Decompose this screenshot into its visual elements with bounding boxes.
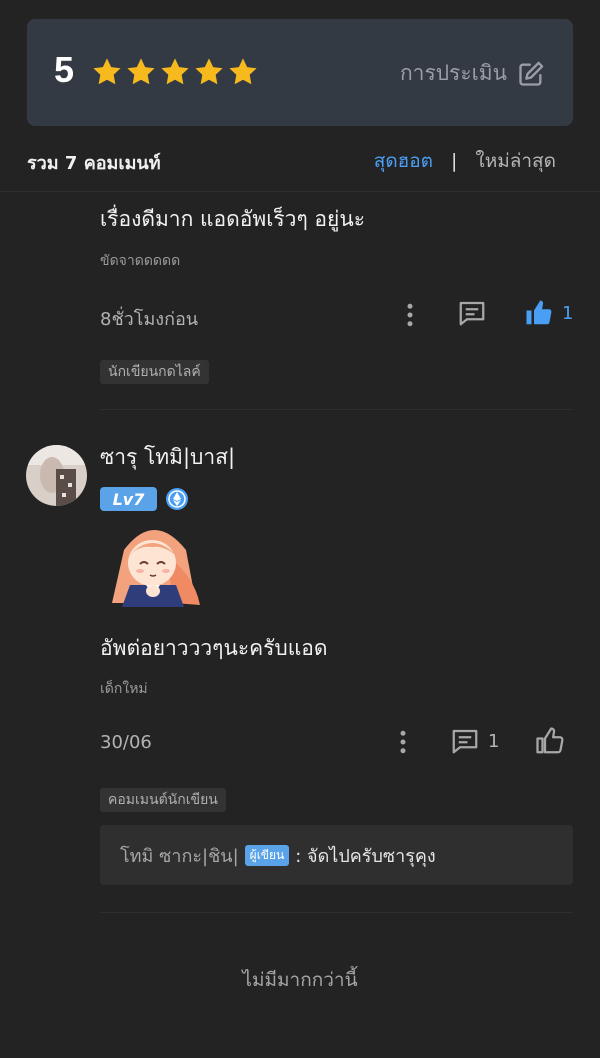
star-icon	[161, 58, 189, 85]
rate-button[interactable]: การประเมิน	[400, 57, 545, 90]
star-icon	[229, 58, 257, 85]
star-icon	[93, 58, 121, 85]
divider	[100, 912, 573, 913]
comment-1-tag: นักเขียนกดไลค์	[100, 360, 209, 384]
no-more-comments: ไม่มีมากกว่านี้	[242, 969, 358, 991]
rate-label: การประเมิน	[399, 61, 507, 85]
rating-card: 5 การประเมิน	[27, 19, 573, 126]
author-reply[interactable]: โทมิ ซากะ|ชิน| ผู้เขียน : จัดไปครับซารุค…	[100, 825, 573, 885]
comment-1-time: 8ชั่วโมงก่อน	[100, 309, 199, 330]
rating-score: 5	[54, 49, 75, 90]
comment-1-text: เรื่องดีมาก แอดอัพเร็วๆ อยู่นะ	[100, 207, 365, 231]
comment-icon	[459, 301, 485, 326]
comment-2-like-button[interactable]	[535, 726, 565, 756]
comment-2-reply-count: 1	[488, 730, 500, 752]
comment-icon	[452, 729, 478, 754]
comment-1-reply-button[interactable]	[457, 298, 487, 328]
comment-1-like-count: 1	[562, 302, 574, 324]
verified-badge-icon	[166, 488, 188, 510]
avatar[interactable]	[26, 445, 87, 506]
rating-stars	[91, 56, 259, 88]
more-vertical-icon	[400, 730, 406, 754]
comment-summary-bar: รวม 7 คอมเมนท์ สุดฮอต | ใหม่ล่าสุด	[0, 140, 600, 192]
total-comments: รวม 7 คอมเมนท์	[27, 153, 161, 174]
reply-author-name[interactable]: โทมิ ซากะ|ชิน|	[120, 841, 239, 870]
reply-text: : จัดไปครับซารุคุง	[295, 845, 436, 867]
star-icon	[127, 58, 155, 85]
edit-icon	[519, 61, 544, 86]
comment-1-user-title: ขัดจาดดดดด	[100, 253, 181, 269]
comment-2-user-title: เด็กใหม่	[100, 681, 148, 697]
comment-2-username[interactable]: ซารุ โทมิ|บาส|	[100, 441, 235, 474]
star-icon	[195, 58, 223, 85]
divider	[100, 409, 573, 410]
comment-2-more-button[interactable]	[388, 727, 418, 757]
sort-separator: |	[451, 150, 458, 172]
more-vertical-icon	[407, 303, 413, 327]
sticker-image	[112, 530, 200, 607]
thumbs-up-icon	[536, 727, 564, 754]
comment-2-time: 30/06	[100, 732, 152, 753]
sort-tabs: สุดฮอต | ใหม่ล่าสุด	[374, 146, 556, 176]
comment-1-like-button[interactable]: 1	[524, 298, 573, 328]
comment-1-more-button[interactable]	[395, 300, 425, 330]
level-badge: Lv7	[100, 487, 157, 511]
comment-2-text: อัพต่อยาวววๆนะครับแอด	[100, 636, 328, 660]
comment-2-tag: คอมเมนต์นักเขียน	[100, 788, 226, 812]
sort-hot-tab[interactable]: สุดฮอต	[374, 146, 433, 176]
comment-2-reply-button[interactable]: 1	[450, 726, 499, 756]
author-badge: ผู้เขียน	[244, 844, 290, 866]
sort-newest-tab[interactable]: ใหม่ล่าสุด	[475, 146, 556, 176]
thumbs-up-filled-icon	[526, 300, 552, 325]
